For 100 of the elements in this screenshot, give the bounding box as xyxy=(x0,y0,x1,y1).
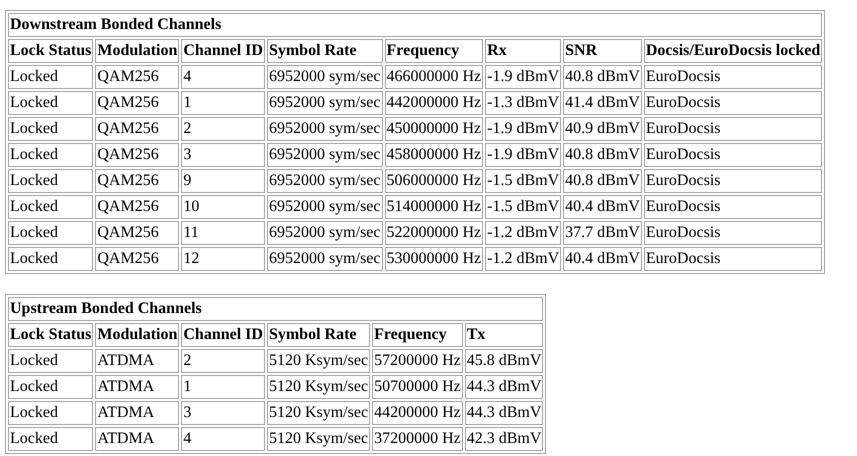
column-header: Frequency xyxy=(372,323,463,347)
table-title: Downstream Bonded Channels xyxy=(8,13,822,37)
table-cell: 530000000 Hz xyxy=(384,247,484,271)
table-cell: QAM256 xyxy=(95,221,180,245)
table-cell: QAM256 xyxy=(95,143,180,167)
table-cell: 50700000 Hz xyxy=(372,375,463,399)
table-cell: QAM256 xyxy=(95,247,180,271)
table-cell: -1.9 dBmV xyxy=(485,117,562,141)
table-cell: Locked xyxy=(8,169,94,193)
table-cell: Locked xyxy=(8,401,94,425)
table-cell: 40.8 dBmV xyxy=(563,169,642,193)
table-cell: 6952000 sym/sec xyxy=(266,221,382,245)
table-cell: Locked xyxy=(8,91,94,115)
table-cell: 522000000 Hz xyxy=(384,221,484,245)
table-cell: ATDMA xyxy=(95,349,180,373)
table-cell: 6952000 sym/sec xyxy=(266,143,382,167)
table-cell: 2 xyxy=(181,117,265,141)
column-header: Symbol Rate xyxy=(266,39,382,63)
table-cell: 5120 Ksym/sec xyxy=(266,427,370,451)
table-cell: EuroDocsis xyxy=(644,221,822,245)
table-cell: 6952000 sym/sec xyxy=(266,91,382,115)
table-cell: 6952000 sym/sec xyxy=(266,117,382,141)
column-header: Frequency xyxy=(384,39,484,63)
table-cell: Locked xyxy=(8,117,94,141)
table-cell: 44.3 dBmV xyxy=(464,375,544,399)
table-cell: 450000000 Hz xyxy=(384,117,484,141)
table-cell: 37.7 dBmV xyxy=(563,221,642,245)
column-header: Rx xyxy=(485,39,562,63)
table-cell: ATDMA xyxy=(95,401,180,425)
table-cell: 3 xyxy=(181,401,265,425)
table-cell: 11 xyxy=(181,221,265,245)
table-cell: 1 xyxy=(181,91,265,115)
column-header: Modulation xyxy=(95,39,180,63)
table-cell: ATDMA xyxy=(95,427,180,451)
table-cell: Locked xyxy=(8,65,94,89)
table-cell: 5120 Ksym/sec xyxy=(266,349,370,373)
table-cell: 1 xyxy=(181,375,265,399)
table-cell: QAM256 xyxy=(95,91,180,115)
table-cell: -1.9 dBmV xyxy=(485,143,562,167)
table-cell: -1.2 dBmV xyxy=(485,247,562,271)
table-cell: 37200000 Hz xyxy=(372,427,463,451)
table-cell: 458000000 Hz xyxy=(384,143,484,167)
table-cell: Locked xyxy=(8,375,94,399)
table-cell: -1.5 dBmV xyxy=(485,169,562,193)
column-header: Symbol Rate xyxy=(266,323,370,347)
table-cell: 40.4 dBmV xyxy=(563,247,642,271)
table-cell: EuroDocsis xyxy=(644,195,822,219)
table-cell: 40.8 dBmV xyxy=(563,143,642,167)
table-cell: 506000000 Hz xyxy=(384,169,484,193)
table-cell: 6952000 sym/sec xyxy=(266,247,382,271)
table-cell: 40.9 dBmV xyxy=(563,117,642,141)
table-cell: 40.8 dBmV xyxy=(563,65,642,89)
table-cell: -1.9 dBmV xyxy=(485,65,562,89)
table-cell: Locked xyxy=(8,247,94,271)
column-header: Modulation xyxy=(95,323,180,347)
table-cell: EuroDocsis xyxy=(644,117,822,141)
column-header: Lock Status xyxy=(8,323,94,347)
column-header: Tx xyxy=(464,323,544,347)
table-cell: 44.3 dBmV xyxy=(464,401,544,425)
table-cell: 57200000 Hz xyxy=(372,349,463,373)
column-header: Docsis/EuroDocsis locked xyxy=(644,39,822,63)
table-cell: Locked xyxy=(8,221,94,245)
table-cell: 514000000 Hz xyxy=(384,195,484,219)
table-cell: Locked xyxy=(8,427,94,451)
column-header: Channel ID xyxy=(181,323,265,347)
table-cell: QAM256 xyxy=(95,195,180,219)
table-cell: EuroDocsis xyxy=(644,65,822,89)
column-header: SNR xyxy=(563,39,642,63)
table-cell: 5120 Ksym/sec xyxy=(266,375,370,399)
column-header: Channel ID xyxy=(181,39,265,63)
table-cell: 12 xyxy=(181,247,265,271)
table-cell: 40.4 dBmV xyxy=(563,195,642,219)
table-cell: Locked xyxy=(8,143,94,167)
table-cell: -1.2 dBmV xyxy=(485,221,562,245)
column-header: Lock Status xyxy=(8,39,94,63)
table-cell: Locked xyxy=(8,349,94,373)
table-cell: 5120 Ksym/sec xyxy=(266,401,370,425)
table-cell: 4 xyxy=(181,65,265,89)
table-cell: 6952000 sym/sec xyxy=(266,65,382,89)
table-cell: EuroDocsis xyxy=(644,91,822,115)
table-cell: -1.3 dBmV xyxy=(485,91,562,115)
table-cell: ATDMA xyxy=(95,375,180,399)
table-cell: -1.5 dBmV xyxy=(485,195,562,219)
table-cell: 41.4 dBmV xyxy=(563,91,642,115)
table-cell: EuroDocsis xyxy=(644,143,822,167)
table-cell: 3 xyxy=(181,143,265,167)
table-cell: 442000000 Hz xyxy=(384,91,484,115)
table-cell: 4 xyxy=(181,427,265,451)
table-cell: QAM256 xyxy=(95,117,180,141)
table-cell: 9 xyxy=(181,169,265,193)
table-cell: 10 xyxy=(181,195,265,219)
table-cell: EuroDocsis xyxy=(644,169,822,193)
table-cell: 6952000 sym/sec xyxy=(266,169,382,193)
table-cell: QAM256 xyxy=(95,65,180,89)
table-cell: QAM256 xyxy=(95,169,180,193)
table-cell: Locked xyxy=(8,195,94,219)
table-cell: 466000000 Hz xyxy=(384,65,484,89)
table-cell: 2 xyxy=(181,349,265,373)
table-cell: 6952000 sym/sec xyxy=(266,195,382,219)
table-cell: 45.8 dBmV xyxy=(464,349,544,373)
